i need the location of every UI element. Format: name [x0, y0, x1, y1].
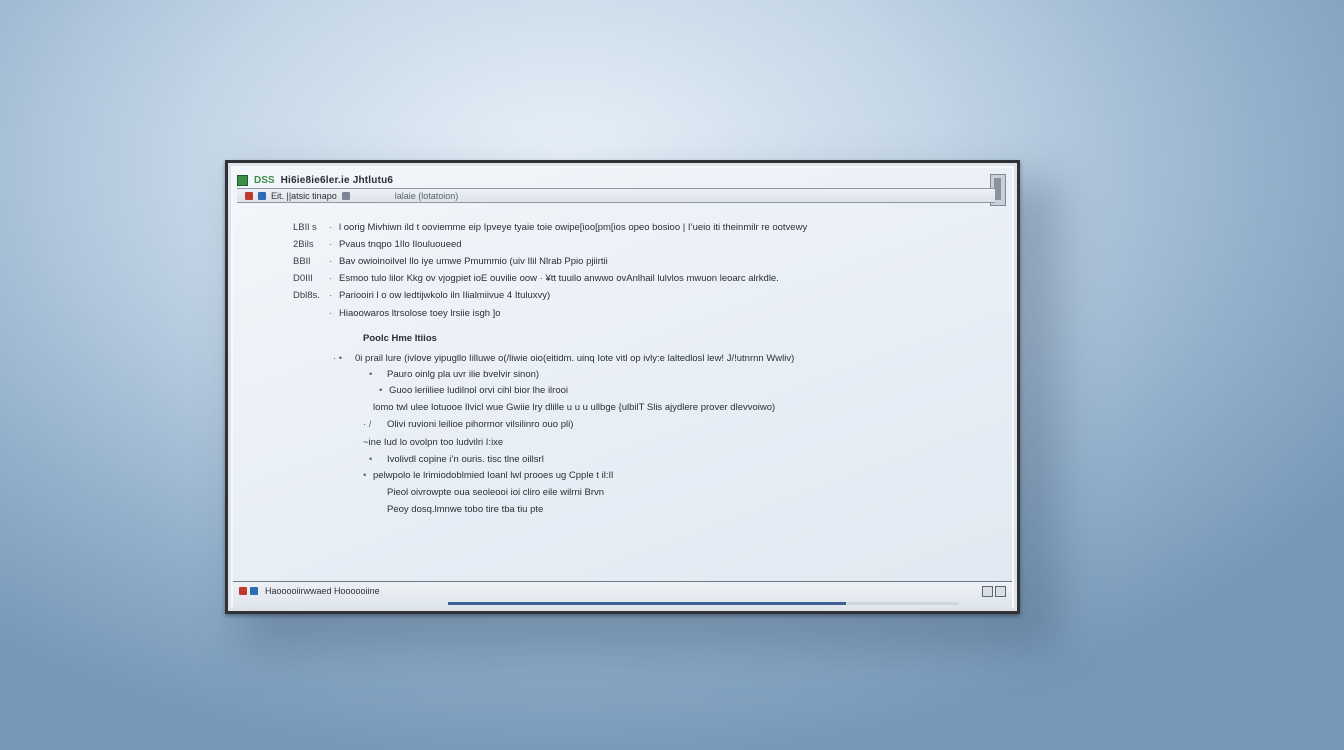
close-button[interactable]: [995, 586, 1006, 597]
line-text: pelwpolo le lrimiodoblmied Ioanl lwl pro…: [373, 470, 614, 481]
document-content: LBIl s · l oorig Mivhiwn ild t ooviemme ei…: [233, 208, 1012, 578]
toolbar: Eit. ||atsic tinapo lalaie (lotatoion): [237, 188, 995, 203]
bullet: •: [379, 385, 383, 396]
document-icon[interactable]: [258, 191, 266, 200]
bullet: •: [369, 454, 373, 465]
list-item: lomo twl ulee lotuooe Ilvicl wue Gwiie l…: [373, 402, 775, 414]
line-text: Pauro oinlg pla uvr ilie bvelvir sinon): [387, 369, 540, 380]
list-item: Pieol oivrowpte oua seoleooi ioi cliro e…: [387, 487, 604, 499]
list-item: · Hiaoowaros ltrsolose toey lrsiie isgh ]…: [329, 308, 501, 320]
toolbar-label[interactable]: Eit. ||atsic tinapo: [271, 191, 337, 201]
heading-text: Poolc Hme Itiios: [363, 333, 437, 344]
settings-icon[interactable]: [341, 191, 350, 200]
bullet: ·: [329, 222, 333, 233]
line-label: LBIl s: [293, 222, 317, 233]
list-item: LBIl s · l oorig Mivhiwn ild t ooviemme ei…: [293, 222, 807, 234]
line-text: Pariooiri l o ow ledtijwkolo iln Ilialmi…: [339, 290, 551, 301]
line-label: 2Bils: [293, 239, 314, 250]
line-text: 0i prail lure (ivlove yipugllo Iilluwe o…: [355, 353, 795, 364]
status-bar: Haooooiirwwaed Hoooooiine: [233, 581, 1012, 608]
list-item: • Guoo leriiliee ludilnol orvi cihl bior …: [379, 385, 568, 397]
line-text: Guoo leriiliee ludilnol orvi cihl bior l…: [389, 385, 569, 396]
window-controls: [982, 586, 1006, 597]
list-item: • pelwpolo le lrimiodoblmied Ioanl lwl pr…: [363, 470, 613, 482]
list-item: 2Bils · Pvaus tnqpo 1Ilo Ilouluoueed: [293, 239, 462, 251]
line-text: Esmoo tulo lilor Kkg ov vjogpiet ioE ouv…: [339, 273, 779, 284]
list-item: • Ivolivdl copine i’n ouris. tisc tlne oi…: [369, 454, 544, 466]
minimize-button[interactable]: [982, 586, 993, 597]
line-text: Peoy dosq.lmnwe tobo tire tba tiu pte: [387, 504, 544, 515]
bullet: ·: [329, 273, 333, 284]
status-icons: [239, 587, 258, 595]
bullet: · /: [363, 419, 372, 430]
list-item: Dbl8s. · Pariooiri l o ow ledtijwkolo iln …: [293, 290, 550, 302]
list-item: ~ine Iud lo ovolpn too ludvilri I:ixe: [363, 437, 503, 449]
monitor-frame: DSS Hi6ie8ie6ler.ie Jhtlutu6 Eit. ||atsi…: [225, 160, 1020, 614]
list-item: Peoy dosq.lmnwe tobo tire tba tiu pte: [387, 504, 543, 516]
list-item: • Pauro oinlg pla uvr ilie bvelvir sinon): [369, 369, 539, 381]
bullet: •: [363, 470, 367, 481]
app-abbreviation: DSS: [254, 174, 275, 186]
record-icon[interactable]: [245, 191, 253, 200]
section-heading: Poolc Hme Itiios: [363, 333, 437, 345]
progress-bar: [448, 602, 958, 605]
network-icon[interactable]: [250, 587, 258, 595]
bullet: ·: [329, 239, 333, 250]
line-text: Bav owioinoilvel llo iye umwe Pmummio (u…: [339, 256, 608, 267]
line-text: Hiaoowaros ltrsolose toey lrsiie isgh ]o: [339, 308, 501, 319]
list-item: · • 0i prail lure (ivlove yipugllo Iilluw…: [333, 353, 794, 365]
bullet: ·: [329, 308, 333, 319]
line-text: l oorig Mivhiwn ild t ooviemme eip Ipvey…: [339, 222, 808, 233]
line-text: Olivi ruvioni leilioe pihormor vilsilinr…: [387, 419, 574, 430]
line-label: Dbl8s.: [293, 290, 320, 301]
window-title: Hi6ie8ie6ler.ie Jhtlutu6: [280, 174, 394, 186]
line-text: Ivolivdl copine i’n ouris. tisc tlne oil…: [387, 454, 544, 465]
app-icon: [237, 174, 248, 186]
bullet: •: [369, 369, 373, 380]
bullet: ·: [329, 290, 333, 301]
alert-icon[interactable]: [239, 587, 247, 595]
title-bar: DSS Hi6ie8ie6ler.ie Jhtlutu6: [237, 172, 995, 188]
status-text: Haooooiirwwaed Hoooooiine: [265, 586, 380, 596]
application-window: DSS Hi6ie8ie6ler.ie Jhtlutu6 Eit. ||atsi…: [233, 168, 1012, 608]
line-text: ~ine Iud lo ovolpn too ludvilri I:ixe: [363, 437, 504, 448]
list-item: · / Olivi ruvioni leilioe pihormor vilsil…: [363, 419, 573, 431]
line-label: D0IIl: [293, 273, 313, 284]
bullet: ·: [329, 256, 333, 267]
bullet: · •: [333, 353, 343, 364]
scrollbar-thumb[interactable]: [994, 178, 1001, 200]
line-text: lomo twl ulee lotuooe Ilvicl wue Gwiie l…: [373, 402, 776, 413]
list-item: D0IIl · Esmoo tulo lilor Kkg ov vjogpiet i…: [293, 273, 779, 285]
line-text: Pieol oivrowpte oua seoleooi ioi cliro e…: [387, 487, 605, 498]
toolbar-sub-label: lalaie (lotatoion): [394, 190, 459, 201]
progress-fill: [448, 602, 846, 605]
list-item: BBIl · Bav owioinoilvel llo iye umwe Pmumm…: [293, 256, 608, 268]
line-text: Pvaus tnqpo 1Ilo Ilouluoueed: [339, 239, 462, 250]
line-label: BBIl: [293, 256, 311, 267]
